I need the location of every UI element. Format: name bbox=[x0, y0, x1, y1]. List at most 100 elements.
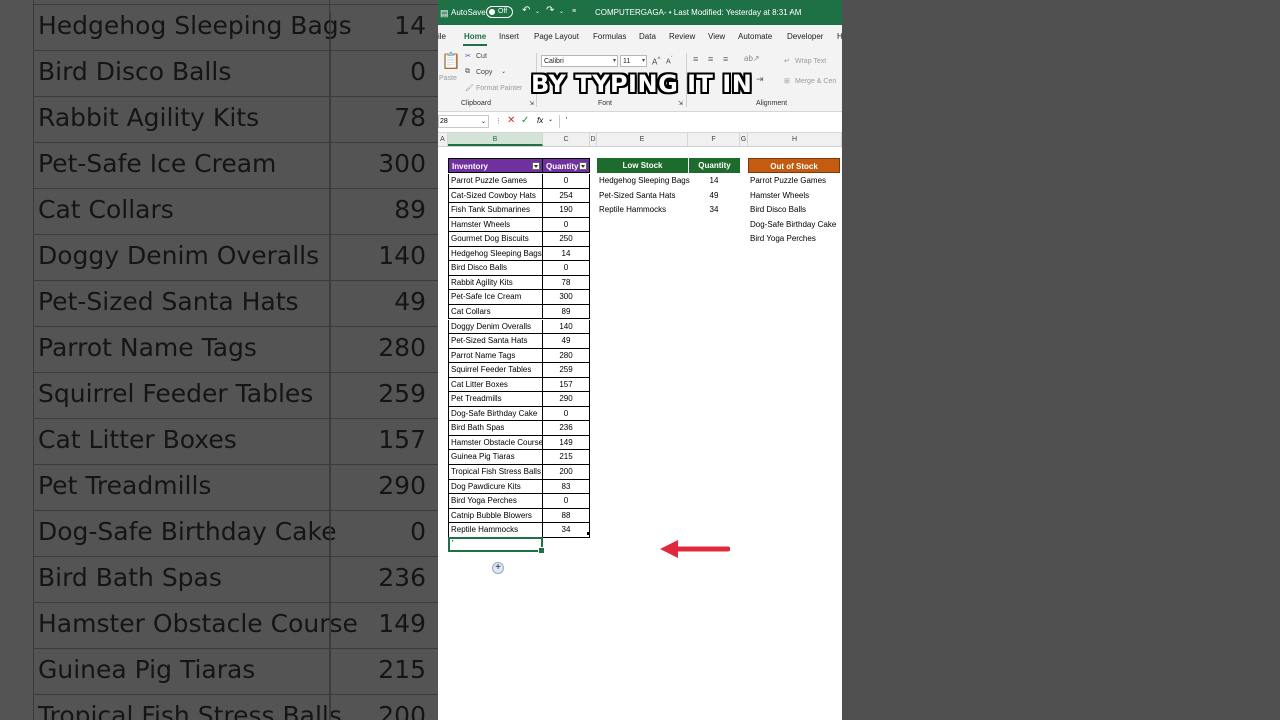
column-header-a[interactable]: A bbox=[438, 133, 448, 146]
decrease-font-icon[interactable]: Aˇ bbox=[666, 56, 673, 65]
cut-button[interactable]: Cut bbox=[476, 53, 487, 60]
inventory-item-qty[interactable]: 34 bbox=[543, 523, 590, 538]
low-stock-item-qty[interactable]: 14 bbox=[688, 176, 740, 185]
increase-font-icon[interactable]: A^ bbox=[652, 56, 660, 67]
tab-automate[interactable]: Automate bbox=[738, 32, 772, 41]
out-of-stock-item[interactable]: Hamster Wheels bbox=[750, 191, 809, 200]
filter-dropdown-icon[interactable] bbox=[532, 162, 540, 170]
inventory-item-name[interactable]: Tropical Fish Stress Balls bbox=[448, 465, 543, 480]
inventory-item-name[interactable]: Doggy Denim Overalls bbox=[448, 319, 543, 335]
column-header-b[interactable]: B bbox=[448, 133, 543, 146]
inventory-item-qty[interactable]: 280 bbox=[543, 348, 590, 364]
inventory-item-qty[interactable]: 259 bbox=[543, 363, 590, 378]
undo-icon[interactable]: ↶ bbox=[522, 5, 530, 16]
inventory-item-qty[interactable]: 0 bbox=[543, 261, 590, 276]
low-stock-item-qty[interactable]: 49 bbox=[688, 191, 740, 200]
low-stock-item-name[interactable]: Reptile Hammocks bbox=[599, 205, 666, 214]
inventory-item-qty[interactable]: 140 bbox=[543, 319, 590, 335]
tab-review[interactable]: Review bbox=[669, 32, 695, 41]
inventory-item-name[interactable]: Bird Yoga Perches bbox=[448, 494, 543, 509]
inventory-item-name[interactable]: Guinea Pig Tiaras bbox=[448, 450, 543, 465]
low-stock-item-qty[interactable]: 34 bbox=[688, 205, 740, 214]
inventory-item-qty[interactable]: 200 bbox=[543, 465, 590, 480]
column-header-c[interactable]: C bbox=[543, 133, 590, 146]
out-of-stock-item[interactable]: Dog-Safe Birthday Cake bbox=[750, 220, 836, 229]
inventory-item-qty[interactable]: 14 bbox=[543, 246, 590, 262]
inventory-item-qty[interactable]: 0 bbox=[543, 494, 590, 509]
inventory-item-qty[interactable]: 236 bbox=[543, 421, 590, 436]
paste-icon[interactable]: 📋 bbox=[441, 51, 461, 71]
inventory-item-qty[interactable]: 215 bbox=[543, 450, 590, 465]
inventory-item-name[interactable]: Squirrel Feeder Tables bbox=[448, 363, 543, 378]
tab-developer[interactable]: Developer bbox=[787, 32, 823, 41]
out-of-stock-item[interactable]: Bird Disco Balls bbox=[750, 205, 806, 214]
inventory-item-qty[interactable]: 0 bbox=[543, 217, 590, 233]
inventory-item-name[interactable]: Dog-Safe Birthday Cake bbox=[448, 406, 543, 422]
clipboard-launcher-icon[interactable]: ⇲ bbox=[529, 100, 534, 107]
font-launcher-icon[interactable]: ⇲ bbox=[678, 100, 683, 107]
column-header-h[interactable]: H bbox=[748, 133, 842, 146]
inventory-item-qty[interactable]: 157 bbox=[543, 377, 590, 393]
inventory-item-qty[interactable]: 290 bbox=[543, 392, 590, 407]
inventory-item-name[interactable]: Pet-Safe Ice Cream bbox=[448, 290, 543, 305]
wrap-text-button[interactable]: Wrap Text bbox=[795, 58, 826, 65]
inventory-item-name[interactable]: Hamster Wheels bbox=[448, 217, 543, 233]
format-painter-button[interactable]: Format Painter bbox=[476, 85, 522, 92]
inventory-item-name[interactable]: Gourmet Dog Biscuits bbox=[448, 232, 543, 247]
copy-dropdown-icon[interactable]: ⌄ bbox=[501, 68, 506, 75]
tab-view[interactable]: View bbox=[708, 32, 725, 41]
low-stock-header[interactable]: Low Stock bbox=[597, 158, 688, 173]
merge-icon[interactable]: ⊞ bbox=[784, 77, 790, 85]
inventory-item-name[interactable]: Bird Disco Balls bbox=[448, 261, 543, 276]
inventory-item-name[interactable]: Rabbit Agility Kits bbox=[448, 275, 543, 291]
merge-center-button[interactable]: Merge & Cen bbox=[795, 78, 836, 85]
font-name-select[interactable]: Calibri ▾ bbox=[541, 55, 618, 67]
inventory-item-name[interactable]: Pet-Sized Santa Hats bbox=[448, 334, 543, 349]
inventory-header[interactable]: Inventory bbox=[448, 158, 543, 173]
inventory-item-name[interactable]: Parrot Puzzle Games bbox=[448, 174, 543, 189]
inventory-qty-header[interactable]: Quantity bbox=[543, 158, 590, 173]
inventory-item-name[interactable]: Pet Treadmills bbox=[448, 392, 543, 407]
low-stock-item-name[interactable]: Hedgehog Sleeping Bags bbox=[599, 176, 690, 185]
redo-icon[interactable]: ↷ bbox=[546, 5, 554, 16]
format-painter-icon[interactable]: 🖌 bbox=[465, 84, 474, 92]
column-header-f[interactable]: F bbox=[688, 133, 740, 146]
copy-button[interactable]: Copy bbox=[476, 69, 492, 76]
formula-input[interactable]: ' bbox=[566, 117, 567, 124]
redo-dropdown-icon[interactable]: ⌄ bbox=[559, 8, 564, 15]
tab-file[interactable]: ile bbox=[438, 32, 446, 41]
column-header-g[interactable]: G bbox=[740, 133, 748, 146]
inventory-item-qty[interactable]: 190 bbox=[543, 203, 590, 218]
insert-function-icon[interactable]: fx bbox=[537, 116, 543, 125]
orientation-icon[interactable]: ab↗ bbox=[744, 54, 760, 63]
inventory-item-name[interactable]: Bird Bath Spas bbox=[448, 421, 543, 436]
out-of-stock-item[interactable]: Bird Yoga Perches bbox=[750, 234, 816, 243]
enter-icon[interactable]: ✓ bbox=[521, 115, 529, 126]
undo-dropdown-icon[interactable]: ⌄ bbox=[535, 8, 540, 15]
inventory-item-qty[interactable]: 254 bbox=[543, 188, 590, 204]
inventory-item-qty[interactable]: 149 bbox=[543, 435, 590, 451]
name-box[interactable]: 28 ⌄ bbox=[438, 115, 489, 128]
tab-formulas[interactable]: Formulas bbox=[593, 32, 626, 41]
inventory-item-name[interactable]: Dog Pawdicure Kits bbox=[448, 479, 543, 495]
tab-help[interactable]: H bbox=[837, 32, 842, 41]
inventory-item-name[interactable]: Cat Litter Boxes bbox=[448, 377, 543, 393]
indent-icon[interactable]: ⇥ bbox=[756, 74, 764, 85]
inventory-item-name[interactable]: Hedgehog Sleeping Bags bbox=[448, 246, 543, 262]
tab-home[interactable]: Home bbox=[464, 32, 486, 41]
font-size-select[interactable]: 11 ▾ bbox=[620, 55, 647, 67]
filter-dropdown-icon[interactable] bbox=[579, 162, 587, 170]
paste-button[interactable]: Paste bbox=[439, 75, 457, 82]
inventory-item-name[interactable]: Reptile Hammocks bbox=[448, 523, 543, 538]
cut-icon[interactable]: ✂ bbox=[465, 52, 471, 60]
inventory-item-name[interactable]: Cat Collars bbox=[448, 304, 543, 320]
customize-toolbar-icon[interactable]: ≡ bbox=[572, 8, 576, 15]
active-cell[interactable]: ' bbox=[448, 537, 545, 554]
low-stock-qty-header[interactable]: Quantity bbox=[689, 158, 740, 173]
title-dropdown-icon[interactable]: ⌄ bbox=[788, 8, 793, 15]
align-middle-icon[interactable]: ≡ bbox=[708, 54, 713, 64]
inventory-item-qty[interactable]: 250 bbox=[543, 232, 590, 247]
worksheet-grid[interactable]: Inventory Quantity Parrot Puzzle Games 0 C… bbox=[438, 147, 842, 720]
inventory-item-qty[interactable]: 0 bbox=[543, 406, 590, 422]
table-resize-handle[interactable] bbox=[587, 532, 590, 535]
